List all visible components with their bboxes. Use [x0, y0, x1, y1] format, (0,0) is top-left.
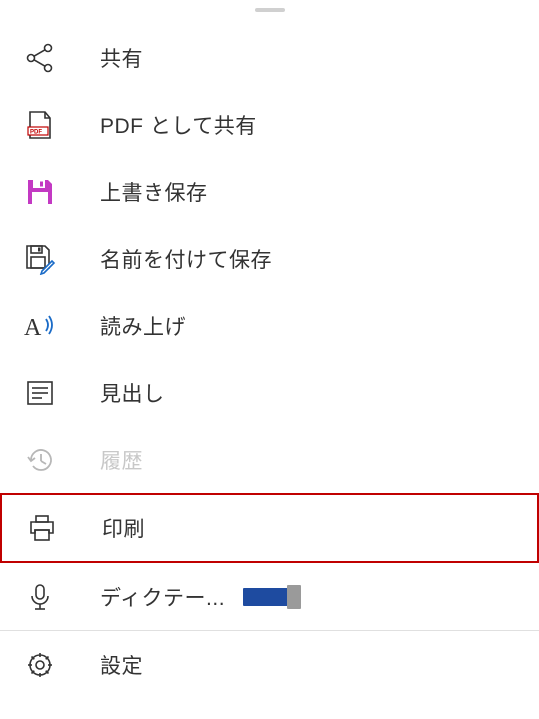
- save-icon: [22, 174, 58, 210]
- menu-item-label: 履歴: [100, 445, 143, 475]
- menu-list: 共有 PDF PDF として共有 上書き保存: [0, 24, 539, 698]
- pdf-icon: PDF: [22, 107, 58, 143]
- svg-text:A: A: [24, 315, 42, 341]
- gear-icon: [22, 647, 58, 683]
- menu-item-label: 見出し: [100, 378, 165, 408]
- menu-item-save-as[interactable]: 名前を付けて保存: [0, 225, 539, 292]
- history-icon: [22, 442, 58, 478]
- menu-item-label: PDF として共有: [100, 110, 257, 140]
- menu-item-label: 共有: [100, 43, 143, 73]
- menu-item-share-pdf[interactable]: PDF PDF として共有: [0, 91, 539, 158]
- menu-item-label: 上書き保存: [100, 177, 208, 207]
- menu-item-share[interactable]: 共有: [0, 24, 539, 91]
- save-as-icon: [22, 241, 58, 277]
- drag-handle[interactable]: [255, 8, 285, 12]
- print-icon: [24, 510, 60, 546]
- headings-icon: [22, 375, 58, 411]
- dictation-toggle[interactable]: [243, 588, 297, 606]
- menu-item-settings[interactable]: 設定: [0, 631, 539, 698]
- menu-item-history: 履歴: [0, 426, 539, 493]
- svg-text:PDF: PDF: [30, 129, 42, 135]
- menu-item-label: 名前を付けて保存: [100, 244, 272, 274]
- share-icon: [22, 40, 58, 76]
- read-aloud-icon: A: [22, 308, 58, 344]
- menu-item-label: 設定: [100, 650, 143, 680]
- menu-item-dictation[interactable]: ディクテー...: [0, 563, 539, 630]
- menu-item-read-aloud[interactable]: A 読み上げ: [0, 292, 539, 359]
- menu-item-headings[interactable]: 見出し: [0, 359, 539, 426]
- menu-item-label: ディクテー...: [100, 582, 225, 612]
- microphone-icon: [22, 579, 58, 615]
- menu-item-save[interactable]: 上書き保存: [0, 158, 539, 225]
- menu-item-label: 印刷: [102, 513, 145, 543]
- menu-item-print[interactable]: 印刷: [0, 493, 539, 563]
- menu-item-label: 読み上げ: [100, 311, 186, 341]
